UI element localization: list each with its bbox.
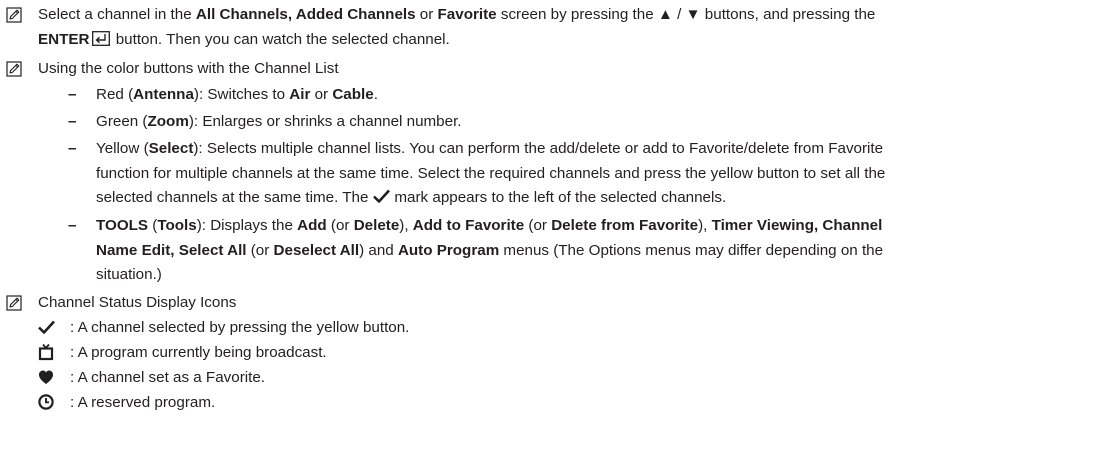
bold-text: Select — [148, 140, 194, 157]
text: Select a channel in the — [38, 6, 196, 23]
note-status-icons-text: Channel Status Display Icons — [38, 294, 237, 311]
manual-page: Select a channel in the All Channels, Ad… — [0, 0, 1116, 464]
text: screen by pressing the ▲ / ▼ buttons, an… — [496, 6, 876, 23]
text: ): Switches to — [193, 86, 290, 103]
text: ): Selects multiple channel lists. You c… — [193, 140, 884, 157]
list-item-green: – Green (Zoom): Enlarges or shrinks a ch… — [68, 110, 1098, 135]
text: or — [415, 6, 438, 23]
text: (or — [326, 217, 354, 234]
bold-text: Antenna — [133, 86, 194, 103]
text: ) and — [359, 241, 398, 259]
dash: – — [68, 113, 77, 130]
text: (or — [524, 217, 552, 234]
text: ( — [148, 217, 158, 234]
note-select-channel-line2: ENTER button. Then you can watch the sel… — [38, 27, 875, 52]
dash: – — [68, 140, 77, 157]
clock-icon — [38, 394, 54, 410]
list-item-red-text: Red (Antenna): Switches to Air or Cable. — [96, 83, 1096, 108]
checkmark-icon — [38, 320, 55, 334]
bold-text: TOOLS — [96, 217, 149, 234]
text: . — [373, 86, 378, 103]
text: ), — [399, 217, 413, 234]
text: function for multiple channels at the sa… — [96, 164, 886, 182]
list-item-tools-text: TOOLS (Tools): Displays the Add (or Dele… — [96, 214, 1096, 288]
bold-text: Add to Favorite — [412, 217, 525, 234]
bold-text: Zoom — [147, 113, 189, 130]
dash: – — [68, 217, 77, 234]
text: or — [310, 86, 333, 103]
text: button. Then you can watch the selected … — [111, 30, 450, 48]
bold-text: Delete from Favorite — [551, 217, 699, 234]
bold-text: Name Edit, Select All — [96, 241, 247, 259]
dash: – — [68, 86, 77, 103]
note-icon — [6, 61, 22, 77]
note-icon — [6, 7, 22, 23]
text: menus (The Options menus may differ depe… — [499, 241, 884, 259]
text: ): Displays the — [196, 217, 298, 234]
bold-text: Add — [297, 217, 327, 234]
bold-text: Delete — [353, 217, 400, 234]
note-select-channel-line1: Select a channel in the All Channels, Ad… — [38, 2, 875, 27]
status-text: : A channel selected by pressing the yel… — [70, 319, 410, 336]
bold-text: Deselect All — [273, 241, 360, 259]
list-item-yellow-text: Yellow (Select): Selects multiple channe… — [96, 137, 1096, 211]
bold-text: Air — [289, 86, 311, 103]
note-color-buttons-text: Using the color buttons with the Channel… — [38, 60, 339, 77]
text: (or — [246, 241, 274, 259]
tv-icon — [38, 343, 54, 361]
note-icon — [6, 295, 22, 311]
text: Green ( — [96, 113, 148, 130]
text: situation.) — [96, 266, 162, 283]
text: Red ( — [96, 86, 134, 103]
list-item-yellow: – Yellow (Select): Selects multiple chan… — [68, 137, 1098, 212]
list-item-green-text: Green (Zoom): Enlarges or shrinks a chan… — [96, 110, 1096, 135]
status-text: : A channel set as a Favorite. — [70, 369, 266, 386]
checkmark-icon — [373, 189, 391, 203]
note-select-channel-text: Select a channel in the All Channels, Ad… — [38, 2, 875, 51]
text: ), — [698, 217, 712, 234]
bold-text: All Channels, Added Channels — [195, 6, 416, 23]
bold-text: Auto Program — [397, 241, 500, 259]
heart-icon — [39, 370, 53, 384]
bold-text: ENTER — [38, 30, 90, 48]
enter-icon — [92, 30, 111, 46]
bold-text: Cable — [332, 86, 374, 103]
text: Yellow ( — [96, 140, 149, 157]
list-item-red: – Red (Antenna): Switches to Air or Cabl… — [68, 83, 1098, 108]
bold-text: Favorite — [437, 6, 497, 23]
text: selected channels at the same time. The — [96, 189, 369, 206]
bold-text: Tools — [157, 217, 197, 234]
text: ): Enlarges or shrinks a channel number. — [188, 113, 462, 130]
status-text: : A program currently being broadcast. — [70, 344, 327, 361]
text: mark appears to the left of the selected… — [394, 189, 727, 206]
list-item-tools: – TOOLS (Tools): Displays the Add (or De… — [68, 214, 1098, 289]
bold-text: Timer Viewing, Channel — [711, 217, 883, 234]
status-text: : A reserved program. — [70, 394, 216, 411]
